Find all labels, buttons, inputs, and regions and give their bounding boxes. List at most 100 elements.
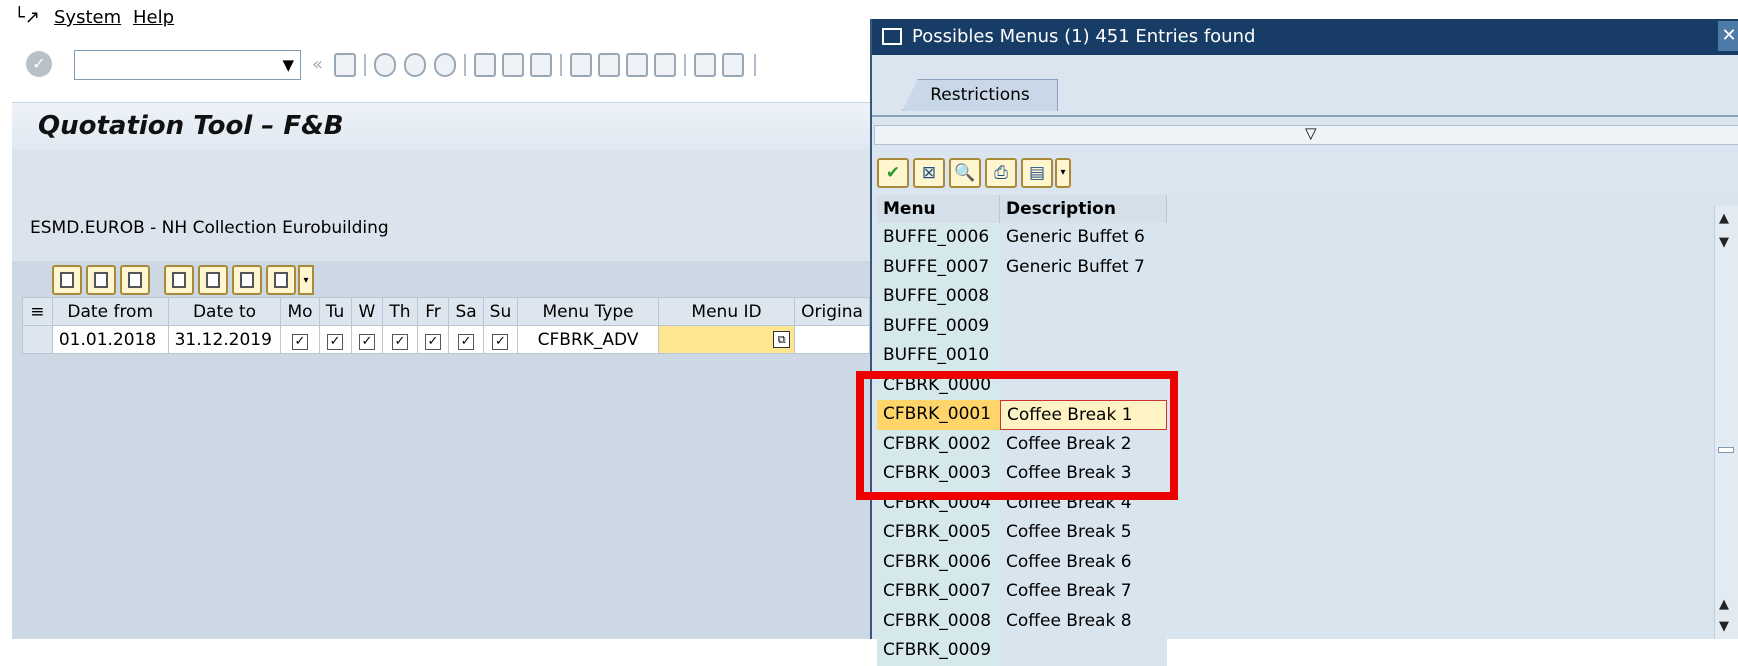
scroll-up-icon[interactable]: ▲ [1719, 211, 1729, 226]
checkbox-fr[interactable]: ✓ [416, 325, 450, 354]
shortcut-icon[interactable] [722, 53, 744, 77]
tab-strip: Restrictions [872, 55, 1738, 115]
quotation-grid: ≡ Date from Date to Mo Tu W Th Fr Sa Su … [22, 297, 870, 354]
menu-code: CFBRK_0005 [877, 518, 1000, 548]
col-sa[interactable]: Sa [448, 297, 484, 326]
col-menu-type[interactable]: Menu Type [517, 297, 659, 326]
page-down-icon[interactable]: ▼ [1719, 619, 1729, 634]
table-row: 01.01.2018 31.12.2019 ✓ ✓ ✓ ✓ ✓ ✓ ✓ CFBR… [22, 325, 870, 354]
page-up-icon[interactable]: ▲ [1719, 597, 1729, 612]
col-mo[interactable]: Mo [280, 297, 320, 326]
menu-code: BUFFE_0006 [877, 223, 1000, 253]
delete-row-icon[interactable] [120, 265, 150, 295]
enter-icon[interactable]: ✓ [26, 51, 52, 77]
col-date-to[interactable]: Date to [167, 297, 282, 326]
restrictions-toggle[interactable]: ▽ [874, 124, 1738, 145]
scroll-down-icon[interactable]: ▼ [1719, 235, 1729, 250]
checkbox-th[interactable]: ✓ [382, 325, 418, 354]
new-session-icon[interactable] [694, 53, 716, 77]
create-icon[interactable] [52, 265, 82, 295]
vertical-scrollbar[interactable]: ▲ ▼ ▲ ▼ [1714, 205, 1738, 639]
col-th[interactable]: Th [382, 297, 418, 326]
list-item[interactable]: CFBRK_0009 [877, 636, 1167, 666]
menu-code: BUFFE_0007 [877, 252, 1000, 282]
col-menu[interactable]: Menu [877, 195, 1000, 223]
grid-header-row: ≡ Date from Date to Mo Tu W Th Fr Sa Su … [22, 297, 870, 326]
find-next-icon[interactable] [530, 53, 552, 77]
menu-description: Generic Buffet 7 [1000, 252, 1167, 282]
cancel-icon[interactable] [434, 53, 456, 77]
menu-system[interactable]: System [54, 7, 121, 28]
menu-type-field[interactable]: CFBRK_ADV [517, 325, 659, 354]
expand-triangle-icon[interactable]: ▽ [1305, 124, 1317, 142]
print-icon[interactable]: ▤ [1021, 158, 1053, 188]
menu-help[interactable]: Help [133, 7, 174, 28]
list-item[interactable]: BUFFE_0008 [877, 282, 1167, 312]
last-page-icon[interactable] [654, 53, 676, 77]
col-tu[interactable]: Tu [318, 297, 352, 326]
col-su[interactable]: Su [482, 297, 519, 326]
list-item[interactable]: BUFFE_0010 [877, 341, 1167, 371]
menu-code: CFBRK_0007 [877, 577, 1000, 607]
first-page-icon[interactable] [570, 53, 592, 77]
next-page-icon[interactable] [626, 53, 648, 77]
find-icon[interactable]: 🔍 [949, 158, 981, 188]
find-icon[interactable] [502, 53, 524, 77]
list-item[interactable]: CFBRK_0006 Coffee Break 6 [877, 547, 1167, 577]
cancel-x-icon[interactable]: ⊠ [913, 158, 945, 188]
menu-id-field[interactable]: ⧉ [657, 325, 796, 354]
filter-dropdown-icon[interactable]: ▾ [298, 265, 314, 295]
checkbox-tu[interactable]: ✓ [318, 325, 352, 354]
list-item[interactable]: CFBRK_0005 Coffee Break 5 [877, 518, 1167, 548]
sort-descending-icon[interactable] [198, 265, 228, 295]
toolbar-separator [560, 54, 562, 76]
menu-icon[interactable]: └↗ [14, 7, 40, 28]
standard-toolbar: ✓ ▼ « [12, 44, 870, 90]
filter-icon[interactable] [266, 265, 296, 295]
checkbox-w[interactable]: ✓ [350, 325, 384, 354]
col-fr[interactable]: Fr [416, 297, 450, 326]
list-item[interactable]: BUFFE_0009 [877, 311, 1167, 341]
continue-check-icon[interactable]: ✔ [877, 158, 909, 188]
checkbox-sa[interactable]: ✓ [448, 325, 484, 354]
list-item[interactable]: CFBRK_0008 Coffee Break 8 [877, 606, 1167, 636]
menu-help-label: Help [133, 7, 175, 28]
exit-icon[interactable] [404, 53, 426, 77]
col-w[interactable]: W [350, 297, 384, 326]
select-all-icon[interactable]: ≡ [22, 297, 53, 326]
original-field[interactable] [794, 325, 870, 354]
checkbox-mo[interactable]: ✓ [280, 325, 320, 354]
tab-restrictions[interactable]: Restrictions [902, 79, 1058, 111]
col-description[interactable]: Description [1000, 195, 1167, 223]
print-icon[interactable] [474, 53, 496, 77]
col-original[interactable]: Origina [794, 297, 870, 326]
close-icon[interactable]: ✕ [1718, 21, 1738, 51]
save-icon[interactable] [334, 53, 356, 77]
annotation-highlight [856, 371, 1178, 500]
insert-row-icon[interactable] [86, 265, 116, 295]
menu-description: Coffee Break 8 [1000, 606, 1167, 636]
chevron-down-icon[interactable]: ▼ [282, 56, 294, 74]
menu-code: BUFFE_0010 [877, 341, 1000, 371]
find-next-icon[interactable]: ⎙ [985, 158, 1017, 188]
tab-divider [872, 115, 1738, 117]
menu-code: CFBRK_0006 [877, 547, 1000, 577]
row-selector[interactable] [22, 325, 53, 354]
menu-code: CFBRK_0009 [877, 636, 1000, 666]
date-to-field[interactable]: 31.12.2019 [167, 325, 282, 354]
value-help-icon[interactable]: ⧉ [773, 331, 791, 348]
col-date-from[interactable]: Date from [51, 297, 169, 326]
checkbox-su[interactable]: ✓ [482, 325, 519, 354]
sort-ascending-icon[interactable] [164, 265, 194, 295]
back-icon[interactable] [374, 53, 396, 77]
list-item[interactable]: CFBRK_0007 Coffee Break 7 [877, 577, 1167, 607]
date-from-field[interactable]: 01.01.2018 [51, 325, 169, 354]
command-field[interactable]: ▼ [74, 50, 301, 80]
more-dropdown-icon[interactable]: ▾ [1055, 158, 1071, 188]
find-icon[interactable] [232, 265, 262, 295]
list-item[interactable]: BUFFE_0007 Generic Buffet 7 [877, 252, 1167, 282]
list-item[interactable]: BUFFE_0006 Generic Buffet 6 [877, 223, 1167, 253]
col-menu-id[interactable]: Menu ID [657, 297, 796, 326]
previous-page-icon[interactable] [598, 53, 620, 77]
scroll-thumb[interactable] [1718, 447, 1734, 453]
